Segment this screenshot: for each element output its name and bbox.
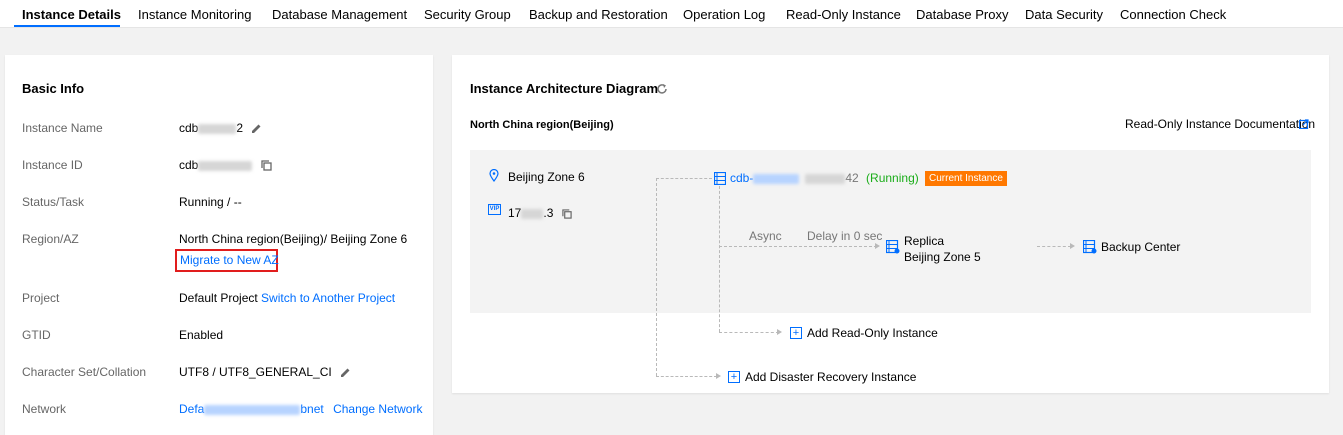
instance-id-label: Instance ID [22, 158, 83, 172]
network-label: Network [22, 402, 67, 416]
redacted-text [198, 123, 237, 134]
project-value: Default Project Switch to Another Projec… [179, 291, 395, 305]
refresh-icon[interactable] [656, 83, 668, 95]
tab-connection-check[interactable]: Connection Check [1120, 7, 1226, 22]
tab-database-proxy[interactable]: Database Proxy [916, 7, 1009, 22]
tab-database-management[interactable]: Database Management [272, 7, 407, 22]
instance-link[interactable]: cdb- [730, 171, 753, 185]
ip-suffix: .3 [543, 206, 554, 220]
gtid-label: GTID [22, 328, 51, 342]
region-label: Region/AZ [22, 232, 79, 246]
tab-backup-restoration[interactable]: Backup and Restoration [529, 7, 668, 22]
project-label: Project [22, 291, 60, 305]
add-readonly-link[interactable]: Add Read-Only Instance [807, 326, 938, 340]
active-tab-indicator [14, 25, 120, 27]
arrow-icon [777, 329, 782, 335]
readonly-doc-link[interactable]: Read-Only Instance Documentation [1125, 117, 1315, 131]
backup-center-icon [1083, 240, 1097, 254]
connector-line [719, 246, 877, 247]
redacted-text [198, 160, 253, 171]
architecture-diagram: Beijing Zone 6 VIP 17.3 cdb- 42 (Running)… [470, 150, 1311, 376]
ip-prefix: 17 [508, 206, 522, 220]
basic-info-title: Basic Info [22, 81, 85, 96]
network-prefix[interactable]: Defa [179, 402, 204, 416]
add-dr-link[interactable]: Add Disaster Recovery Instance [745, 370, 916, 384]
vip-icon: VIP [488, 204, 501, 215]
add-icon[interactable]: + [790, 327, 802, 339]
change-network-link[interactable]: Change Network [333, 402, 422, 416]
instance-name-label: Instance Name [22, 121, 103, 135]
tab-read-only-instance[interactable]: Read-Only Instance [786, 7, 901, 22]
arrow-icon [875, 243, 880, 249]
zone-label: Beijing Zone 6 [508, 170, 585, 184]
project-name: Default Project [179, 291, 258, 305]
instance-name-prefix: cdb [179, 121, 199, 135]
redacted-text [204, 404, 301, 415]
add-icon[interactable]: + [728, 371, 740, 383]
charset-text: UTF8 / UTF8_GENERAL_CI [179, 365, 332, 379]
instance-node: cdb- 42 (Running) [730, 171, 919, 185]
location-pin-icon [489, 169, 499, 182]
replica-zone: Beijing Zone 5 [904, 250, 981, 264]
tab-bar: Instance Details Instance Monitoring Dat… [0, 0, 1343, 28]
architecture-card: Instance Architecture Diagram North Chin… [452, 55, 1329, 393]
edit-icon[interactable] [251, 123, 262, 134]
instance-id-value: cdb [179, 158, 272, 172]
async-label: Async [749, 229, 782, 243]
connector-line [719, 186, 720, 332]
region-value: North China region(Beijing)/ Beijing Zon… [179, 232, 408, 246]
connector-line [656, 376, 717, 377]
instance-status: (Running) [866, 171, 919, 185]
replica-label: Replica [904, 234, 945, 248]
copy-icon[interactable] [562, 209, 572, 219]
region-heading: North China region(Beijing) [470, 119, 614, 131]
tab-operation-log[interactable]: Operation Log [683, 7, 765, 22]
migrate-az-link[interactable]: Migrate to New AZ [180, 253, 279, 267]
replica-icon [886, 240, 900, 254]
basic-info-card: Basic Info Instance Name cdb 2 Instance I… [5, 55, 433, 435]
tab-security-group[interactable]: Security Group [424, 7, 511, 22]
current-instance-badge: Current Instance [925, 171, 1007, 186]
instance-suffix: 42 [845, 171, 859, 185]
arrow-icon [716, 373, 721, 379]
connector-line [656, 178, 657, 376]
gtid-value: Enabled [179, 328, 224, 342]
connector-line [656, 178, 712, 179]
delay-label: Delay in 0 sec [807, 229, 883, 243]
backup-center-label: Backup Center [1101, 240, 1181, 254]
edit-icon[interactable] [340, 367, 351, 378]
instance-name-suffix: 2 [236, 121, 244, 135]
arrow-icon [1070, 243, 1075, 249]
architecture-title: Instance Architecture Diagram [470, 81, 659, 96]
connector-line [719, 332, 779, 333]
tab-instance-monitoring[interactable]: Instance Monitoring [138, 7, 251, 22]
tab-instance-details[interactable]: Instance Details [22, 7, 121, 22]
external-link-icon[interactable] [1299, 119, 1309, 129]
network-suffix[interactable]: bnet [300, 402, 323, 416]
switch-project-link[interactable]: Switch to Another Project [261, 291, 395, 305]
vip-address: 17.3 [508, 206, 572, 220]
copy-icon[interactable] [261, 160, 272, 171]
database-icon [714, 172, 726, 185]
charset-label: Character Set/Collation [22, 365, 147, 379]
charset-value: UTF8 / UTF8_GENERAL_CI [179, 365, 351, 379]
network-value: Defa bnet Change Network [179, 402, 422, 416]
redacted-text [753, 173, 800, 184]
redacted-text [805, 173, 846, 184]
instance-name-value: cdb 2 [179, 121, 262, 135]
status-value: Running / -- [179, 195, 242, 209]
tab-data-security[interactable]: Data Security [1025, 7, 1103, 22]
redacted-text [521, 208, 544, 219]
status-label: Status/Task [22, 195, 85, 209]
instance-id-prefix: cdb [179, 158, 199, 172]
connector-line [1037, 246, 1071, 247]
